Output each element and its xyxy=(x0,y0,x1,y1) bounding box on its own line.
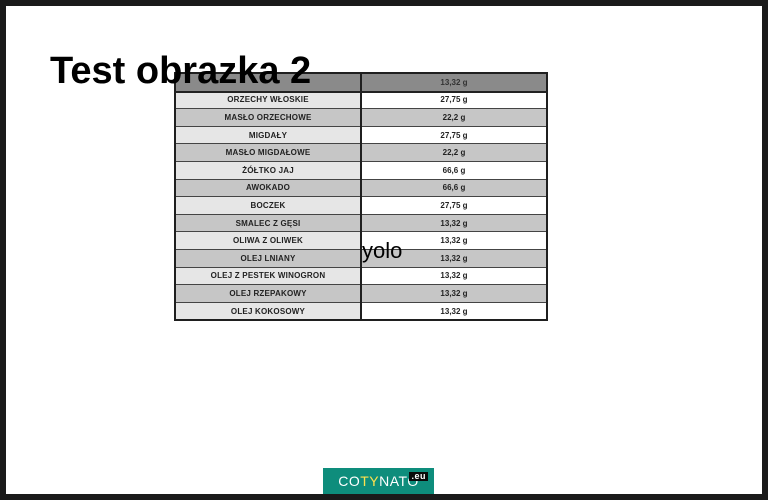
food-name-cell: MASŁO ORZECHOWE xyxy=(174,108,362,127)
amount-cell: 13,32 g xyxy=(360,266,548,286)
food-name-cell: OLEJ RZEPAKOWY xyxy=(174,284,362,303)
table-row: OLEJ RZEPAKOWY 13,32 g xyxy=(174,284,548,303)
table-row: ŻÓŁTKO JAJ 66,6 g xyxy=(174,160,548,180)
food-name-cell: BOCZEK xyxy=(174,196,362,215)
amount-cell: 13,32 g xyxy=(360,213,548,233)
amount-cell: 27,75 g xyxy=(360,125,548,145)
nutrition-table-body: 13,32 g ORZECHY WŁOSKIE 27,75 g MASŁO ORZEC… xyxy=(174,72,548,321)
food-name-cell: MASŁO MIGDAŁOWE xyxy=(174,143,362,162)
food-name-cell: SMALEC Z GĘSI xyxy=(174,213,362,233)
table-row: MASŁO ORZECHOWE 22,2 g xyxy=(174,108,548,127)
table-row: ORZECHY WŁOSKIE 27,75 g xyxy=(174,90,548,110)
logo-tld: .eu xyxy=(409,471,428,481)
amount-cell: 66,6 g xyxy=(360,178,548,198)
table-row: MIGDAŁY 27,75 g xyxy=(174,125,548,145)
amount-cell: 13,32 g xyxy=(360,301,548,321)
table-row: AWOKADO 66,6 g xyxy=(174,178,548,198)
table-row: OLEJ LNIANY 13,32 g xyxy=(174,248,548,268)
food-name-cell: OLEJ LNIANY xyxy=(174,248,362,268)
table-row: OLEJ Z PESTEK WINOGRON 13,32 g xyxy=(174,266,548,286)
amount-cell: 22,2 g xyxy=(360,143,548,162)
amount-cell: 13,32 g xyxy=(360,284,548,303)
food-name-cell: ORZECHY WŁOSKIE xyxy=(174,90,362,110)
nutrition-table: 13,32 g ORZECHY WŁOSKIE 27,75 g MASŁO ORZEC… xyxy=(174,72,548,322)
logo-text-co: CO xyxy=(338,473,361,489)
slide: 13,32 g ORZECHY WŁOSKIE 27,75 g MASŁO ORZEC… xyxy=(6,6,762,494)
table-row: OLEJ KOKOSOWY 13,32 g xyxy=(174,301,548,321)
table-row: SMALEC Z GĘSI 13,32 g xyxy=(174,213,548,233)
table-row: OLIWA Z OLIWEK 13,32 g xyxy=(174,231,548,250)
table-row: MASŁO MIGDAŁOWE 22,2 g xyxy=(174,143,548,162)
amount-cell: 66,6 g xyxy=(360,160,548,180)
food-name-cell: ŻÓŁTKO JAJ xyxy=(174,160,362,180)
amount-cell: 27,75 g xyxy=(360,196,548,215)
amount-cell: 27,75 g xyxy=(360,90,548,110)
table-row: BOCZEK 27,75 g xyxy=(174,196,548,215)
food-name-cell: AWOKADO xyxy=(174,178,362,198)
logo-text-ty: TY xyxy=(360,473,380,489)
food-name-cell: OLEJ KOKOSOWY xyxy=(174,301,362,321)
food-name-cell: OLIWA Z OLIWEK xyxy=(174,231,362,250)
food-name-cell: OLEJ Z PESTEK WINOGRON xyxy=(174,266,362,286)
food-name-cell: MIGDAŁY xyxy=(174,125,362,145)
amount-cell: 22,2 g xyxy=(360,108,548,127)
amount-cell: 13,32 g xyxy=(360,72,548,92)
overlay-text: yolo xyxy=(362,238,403,263)
slide-title: Test obrazka 2 xyxy=(50,50,312,92)
cotynato-logo[interactable]: COTYNATO .eu xyxy=(323,468,434,494)
